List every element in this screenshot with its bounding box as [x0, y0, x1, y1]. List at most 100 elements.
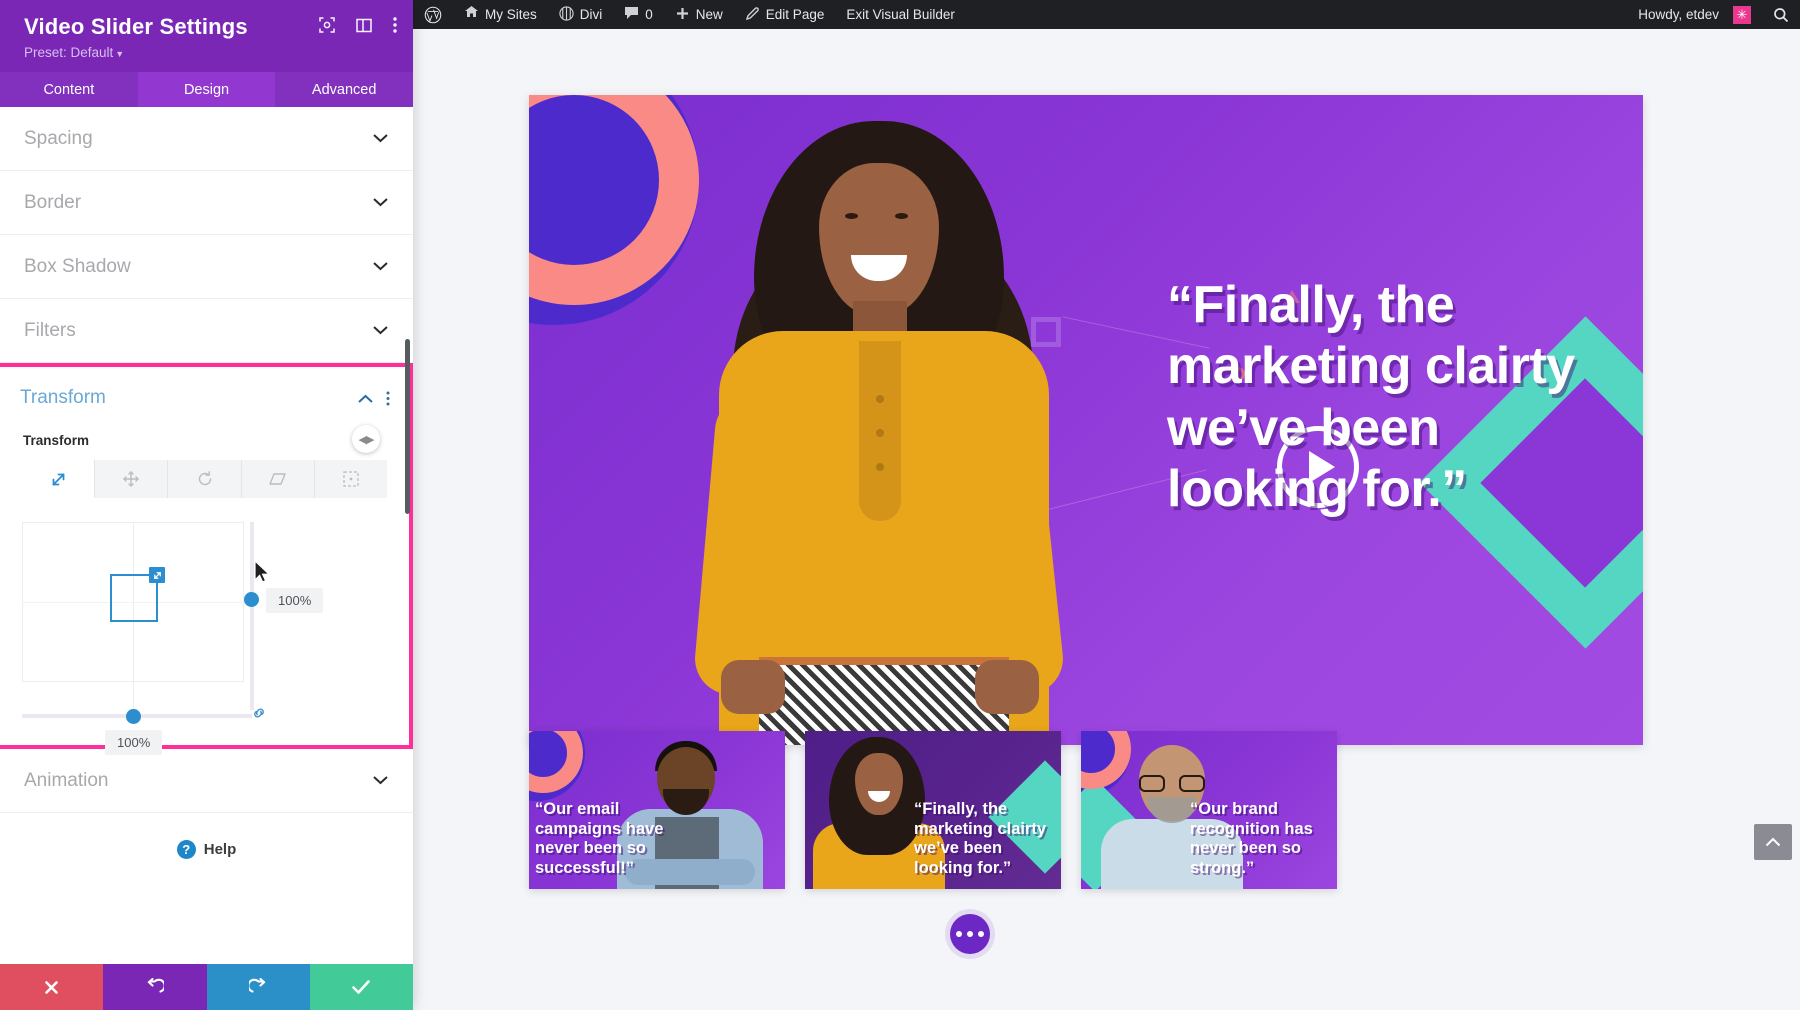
section-transform: Transform Transform 100% 100%	[0, 363, 413, 755]
section-filters[interactable]: Filters	[0, 299, 413, 363]
skew-icon[interactable]	[241, 460, 315, 498]
section-animation-label: Animation	[24, 769, 109, 791]
slide-quote-text: “Finally, the marketing clairty we’ve be…	[1167, 276, 1575, 519]
thumbnail-quote-2: “Finally, the marketing clairty we’ve be…	[914, 799, 1047, 878]
horizontal-scale-value: 100%	[105, 730, 163, 755]
divi-logo-icon	[559, 5, 574, 24]
adminbar-item-comments[interactable]: 0	[613, 0, 664, 29]
chevron-up-icon[interactable]	[1754, 824, 1792, 860]
wordpress-logo-icon[interactable]	[413, 0, 453, 29]
adminbar-item-divi[interactable]: Divi	[548, 0, 614, 29]
preset-selector[interactable]: Preset: Default ▼	[24, 45, 393, 60]
tab-content[interactable]: Content	[0, 72, 138, 107]
origin-icon[interactable]	[314, 460, 388, 498]
slide-photo-woman	[692, 95, 1119, 745]
preset-label: Preset: Default	[24, 45, 114, 60]
settings-tabs: Content Design Advanced	[0, 72, 413, 107]
link-icon[interactable]	[251, 707, 267, 719]
help-label: Help	[203, 840, 237, 858]
transform-scale-pad[interactable]: 100% 100%	[22, 522, 387, 755]
vertical-dots-icon[interactable]	[393, 17, 397, 33]
wordpress-admin-bar: My Sites Divi 0 New Edit Page Exit Visua…	[413, 0, 1800, 29]
vertical-scale-slider-handle[interactable]	[244, 592, 259, 607]
adminbar-item-my-sites[interactable]: My Sites	[453, 0, 548, 29]
chevron-down-icon	[373, 773, 388, 788]
redo-arrow-icon	[248, 978, 266, 993]
adminbar-edit-page-label: Edit Page	[765, 7, 825, 22]
focus-icon[interactable]	[319, 17, 335, 33]
thumbnail-slide-3[interactable]: “Our brand recognition has never been so…	[1081, 731, 1337, 889]
resize-handle-icon[interactable]	[149, 567, 165, 583]
ellipsis-icon[interactable]	[950, 914, 990, 954]
settings-panel-header: Video Slider Settings Preset: Default ▼	[0, 0, 413, 72]
section-border-label: Border	[24, 191, 82, 213]
settings-footer	[0, 964, 413, 1010]
vertical-scale-slider-track[interactable]	[250, 522, 254, 710]
rotate-icon[interactable]	[168, 460, 242, 498]
adminbar-my-sites-label: My Sites	[485, 7, 537, 22]
adminbar-divi-label: Divi	[579, 7, 603, 22]
save-button[interactable]	[309, 964, 413, 1010]
section-spacing[interactable]: Spacing	[0, 107, 413, 171]
video-slider-thumbnails: “Our email campaigns have never been so …	[529, 731, 1337, 889]
page-canvas: “Finally, the marketing clairty we’ve be…	[413, 29, 1800, 1010]
chevron-down-icon	[373, 323, 388, 338]
transform-mode-toggle-group	[22, 460, 388, 498]
adminbar-account-menu[interactable]: Howdy, etdev ✳	[1627, 0, 1762, 29]
section-animation[interactable]: Animation	[0, 749, 413, 813]
help-button[interactable]: ? Help	[0, 813, 413, 885]
transform-header-icons	[358, 390, 390, 407]
avatar: ✳	[1733, 5, 1751, 24]
redo-button[interactable]	[206, 964, 310, 1010]
section-transform-header[interactable]: Transform	[0, 367, 409, 429]
vertical-dots-icon[interactable]	[386, 391, 390, 406]
settings-scroll-area: Spacing Border Box Shadow Filters Transf…	[0, 107, 413, 964]
pencil-icon	[745, 6, 760, 24]
section-box-shadow[interactable]: Box Shadow	[0, 235, 413, 299]
section-transform-label: Transform	[20, 387, 106, 408]
layout-columns-icon[interactable]	[356, 18, 372, 33]
howdy-label: Howdy, etdev	[1638, 7, 1719, 22]
panel-resize-handle[interactable]: ◀▶	[352, 425, 380, 453]
chevron-down-icon	[373, 259, 388, 274]
vertical-scale-value: 100%	[266, 588, 324, 613]
chevron-up-icon[interactable]	[358, 390, 373, 407]
tab-advanced[interactable]: Advanced	[275, 72, 413, 107]
section-filters-label: Filters	[24, 319, 76, 341]
video-slider-main-slide[interactable]: “Finally, the marketing clairty we’ve be…	[529, 95, 1643, 745]
module-settings-panel: Video Slider Settings Preset: Default▼	[0, 0, 413, 1010]
transform-controls: Transform 100% 100%	[0, 429, 409, 755]
adminbar-item-new[interactable]: New	[664, 0, 734, 29]
thumbnail-quote-1: “Our email campaigns have never been so …	[535, 799, 664, 878]
chevron-down-icon	[373, 195, 388, 210]
tab-design[interactable]: Design	[137, 72, 276, 107]
undo-arrow-icon	[147, 978, 165, 993]
thumbnail-quote-3: “Our brand recognition has never been so…	[1190, 799, 1313, 878]
translate-move-icon[interactable]	[95, 460, 169, 498]
close-x-icon	[45, 980, 58, 994]
adminbar-comment-count: 0	[645, 7, 653, 22]
scale-icon[interactable]	[22, 460, 96, 498]
adminbar-item-edit-page[interactable]: Edit Page	[734, 0, 836, 29]
section-border[interactable]: Border	[0, 171, 413, 235]
horizontal-scale-slider-handle[interactable]	[126, 709, 141, 724]
checkmark-icon	[352, 980, 371, 994]
adminbar-item-exit-visual-builder[interactable]: Exit Visual Builder	[835, 0, 966, 29]
cancel-button[interactable]	[0, 964, 104, 1010]
undo-button[interactable]	[103, 964, 207, 1010]
section-spacing-label: Spacing	[24, 127, 93, 149]
chevron-down-icon	[373, 131, 388, 146]
transform-field-label: Transform	[23, 433, 90, 448]
sites-icon	[464, 6, 479, 23]
thumbnail-slide-1[interactable]: “Our email campaigns have never been so …	[529, 731, 785, 889]
section-box-shadow-label: Box Shadow	[24, 255, 131, 277]
adminbar-new-label: New	[695, 7, 723, 22]
scale-preview-box[interactable]	[110, 567, 165, 622]
plus-icon	[675, 6, 690, 24]
thumbnail-slide-2[interactable]: “Finally, the marketing clairty we’ve be…	[805, 731, 1061, 889]
comment-bubble-icon	[624, 6, 639, 23]
search-icon[interactable]	[1762, 0, 1800, 29]
panel-header-icon-group	[319, 17, 397, 33]
panel-scrollbar[interactable]	[405, 339, 410, 514]
decor-pink-ring	[529, 95, 699, 305]
